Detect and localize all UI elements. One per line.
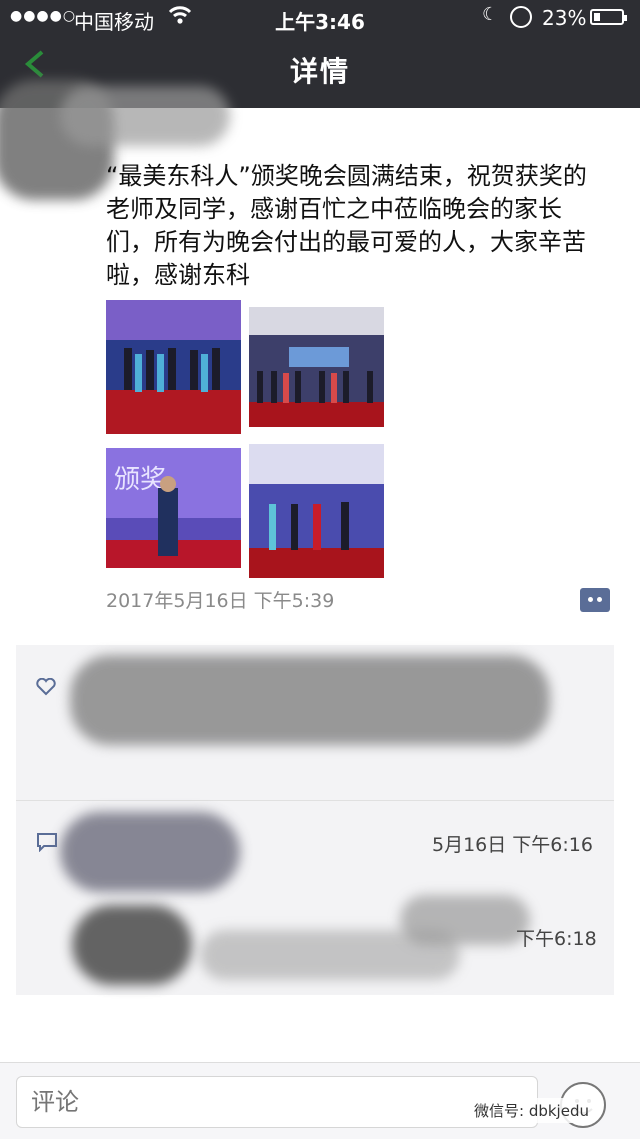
redacted-like-avatars — [70, 655, 550, 745]
do-not-disturb-icon: ☾ — [482, 4, 499, 25]
comment-2-time: 下午6:18 — [516, 928, 597, 950]
post-photo-2[interactable] — [249, 307, 384, 427]
redacted-commenter-1 — [60, 812, 240, 892]
comment-input[interactable] — [16, 1076, 538, 1128]
panel-divider — [16, 800, 614, 801]
rotation-lock-icon — [510, 6, 532, 28]
status-bar: ●●●●○ 中国移动 上午3:46 ☾ 23% — [0, 0, 640, 36]
more-actions-button[interactable] — [580, 588, 610, 612]
page-title: 详情 — [289, 55, 350, 88]
comment-icon — [37, 833, 57, 852]
battery-icon — [590, 9, 627, 25]
heart-icon — [36, 678, 56, 696]
battery-percent: 23% — [542, 6, 587, 30]
post-text: “最美东科人”颁奖晚会圆满结束，祝贺获奖的老师及同学，感谢百忙之中莅临晚会的家长… — [106, 162, 587, 289]
redacted-comment-name — [400, 895, 530, 945]
wechat-id-watermark: 微信号: dbkjedu — [470, 1098, 593, 1123]
comment-1-time: 5月16日 下午6:16 — [432, 834, 593, 856]
redacted-name — [60, 86, 230, 146]
redacted-commenter-2 — [72, 905, 192, 985]
post-photo-3[interactable]: 颁奖 — [106, 448, 241, 568]
post-photo-1[interactable] — [106, 300, 241, 434]
post-timestamp: 2017年5月16日 下午5:39 — [106, 590, 335, 612]
post-photo-4[interactable] — [249, 444, 384, 578]
